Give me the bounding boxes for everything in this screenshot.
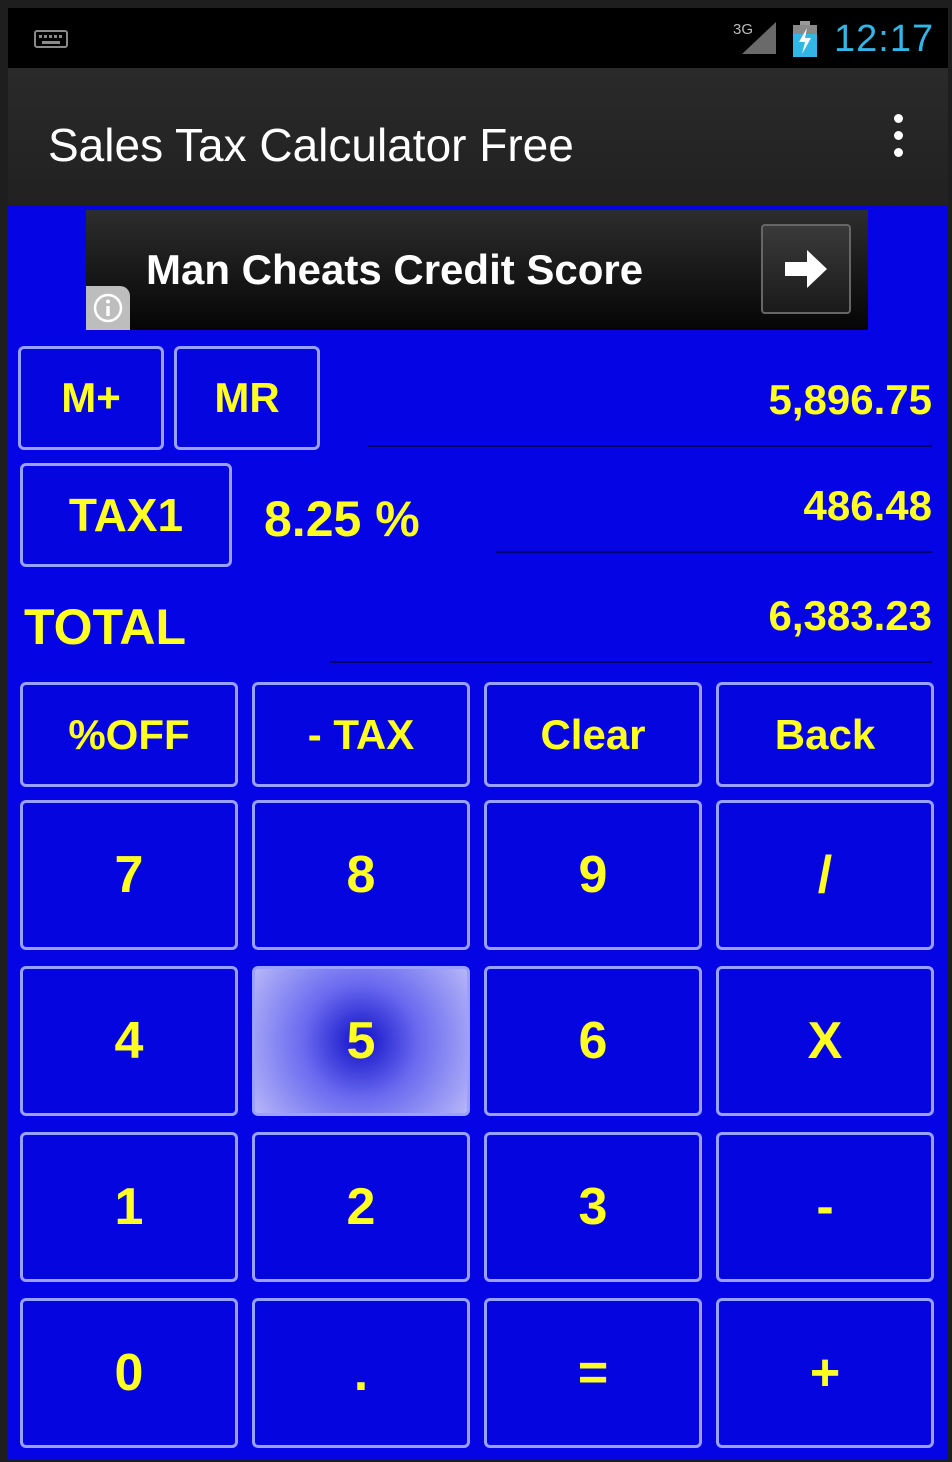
key-1[interactable]: 1 <box>20 1132 238 1282</box>
keyboard-icon <box>34 30 68 48</box>
action-bar: Sales Tax Calculator Free <box>8 68 948 206</box>
tax-amount-value: 486.48 <box>803 482 932 529</box>
key-2[interactable]: 2 <box>252 1132 470 1282</box>
info-icon <box>93 293 123 323</box>
subtotal-divider <box>368 445 932 447</box>
ad-arrow-button[interactable] <box>761 224 851 314</box>
percent-off-button[interactable]: %OFF <box>20 682 238 787</box>
arrow-right-icon <box>785 250 827 288</box>
key-6[interactable]: 6 <box>484 966 702 1116</box>
key-7[interactable]: 7 <box>20 800 238 950</box>
battery-charging-icon <box>793 21 817 57</box>
tax-rate: 8.25 % <box>264 491 420 547</box>
svg-text:3G: 3G <box>733 21 753 38</box>
key-decimal[interactable]: . <box>252 1298 470 1448</box>
status-bar: 3G 12:17 <box>8 8 948 68</box>
ad-info-button[interactable] <box>86 286 130 330</box>
total-value: 6,383.23 <box>768 592 933 639</box>
calculator-body: Man Cheats Credit Score M+ MR 5,896.75 T… <box>8 206 948 1460</box>
overflow-menu-icon[interactable] <box>888 114 908 160</box>
memory-add-button[interactable]: M+ <box>18 346 164 450</box>
ad-text: Man Cheats Credit Score <box>146 246 644 293</box>
tax1-button[interactable]: TAX1 <box>20 463 232 567</box>
back-button[interactable]: Back <box>716 682 934 787</box>
memory-recall-button[interactable]: MR <box>174 346 320 450</box>
clear-button[interactable]: Clear <box>484 682 702 787</box>
key-5[interactable]: 5 <box>252 966 470 1116</box>
key-8[interactable]: 8 <box>252 800 470 950</box>
key-divide[interactable]: / <box>716 800 934 950</box>
app-frame: 3G 12:17 Sales Tax Calculator Free Man C… <box>8 8 948 1460</box>
total-label: TOTAL <box>24 599 187 655</box>
total-divider <box>330 661 932 663</box>
app-title: Sales Tax Calculator Free <box>48 119 574 171</box>
key-4[interactable]: 4 <box>20 966 238 1116</box>
key-0[interactable]: 0 <box>20 1298 238 1448</box>
subtotal-value: 5,896.75 <box>768 376 933 423</box>
key-plus[interactable]: + <box>716 1298 934 1448</box>
ad-banner[interactable]: Man Cheats Credit Score <box>86 210 868 330</box>
key-9[interactable]: 9 <box>484 800 702 950</box>
key-minus[interactable]: - <box>716 1132 934 1282</box>
minus-tax-button[interactable]: - TAX <box>252 682 470 787</box>
key-multiply[interactable]: X <box>716 966 934 1116</box>
clock: 12:17 <box>834 18 935 60</box>
key-3[interactable]: 3 <box>484 1132 702 1282</box>
signal-3g-icon: 3G <box>733 21 776 54</box>
key-equals[interactable]: = <box>484 1298 702 1448</box>
tax-divider <box>496 551 932 553</box>
